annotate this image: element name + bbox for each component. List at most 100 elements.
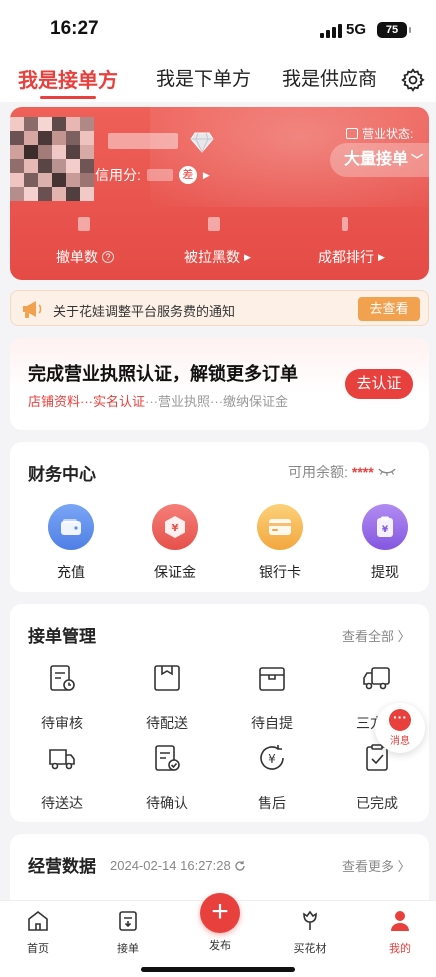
stat-blacklisted-label: 被拉黑数	[184, 249, 240, 265]
credit-score[interactable]: 信用分: 差 ▶	[95, 165, 210, 185]
step-realname: 实名认证	[93, 394, 146, 409]
step-separator: ···	[80, 394, 94, 409]
order-pending-confirm[interactable]: 待确认	[127, 742, 207, 813]
rank-blurred	[342, 217, 348, 231]
finance-deposit[interactable]: ¥ 保证金	[135, 504, 215, 582]
after-sales-icon: ¥	[260, 745, 284, 770]
certify-button[interactable]: 去认证	[345, 369, 413, 399]
store-icon	[346, 128, 358, 139]
nav-receive-order[interactable]: 接单	[98, 909, 158, 956]
order-pending-pickup-label: 待自提	[251, 715, 293, 731]
order-after-sales[interactable]: ¥ 售后	[232, 742, 312, 813]
question-icon[interactable]: ?	[102, 251, 114, 263]
pending-arrival-icon	[49, 749, 75, 770]
step-business-license: 营业执照	[158, 394, 211, 409]
step-separator: ···	[210, 394, 224, 409]
arrow-right-icon: ▶	[378, 251, 385, 262]
person-icon	[391, 911, 409, 931]
certification-title: 完成营业执照认证，解锁更多订单	[28, 364, 298, 384]
view-notice-button[interactable]: 去查看	[358, 297, 420, 321]
username-blurred	[108, 133, 178, 149]
tab-orderer[interactable]: 我是下单方	[156, 64, 251, 91]
order-management-card: 接单管理 查看全部 〉 待审核 待配送 待自提 三方配 待送达 待确认 ¥ 售后…	[10, 604, 429, 822]
business-status-value: 大量接单	[344, 151, 409, 168]
stat-cancel-label: 撤单数	[56, 249, 98, 265]
battery-icon: 75	[377, 22, 411, 38]
order-pending-arrival-label: 待送达	[41, 795, 83, 811]
business-status-label: 营业状态:	[362, 127, 414, 141]
order-completed[interactable]: 已完成	[337, 742, 417, 813]
nav-mine-label: 我的	[389, 943, 411, 955]
signal-icon	[320, 24, 342, 38]
step-store-info: 店铺资料	[28, 394, 81, 409]
credit-label: 信用分:	[95, 167, 141, 183]
stat-blacklisted[interactable]: 被拉黑数 ▶	[184, 247, 251, 267]
stat-chengdu-rank[interactable]: 成都排行 ▶	[318, 247, 385, 267]
order-pending-arrival[interactable]: 待送达	[22, 742, 102, 813]
certification-card: 完成营业执照认证，解锁更多订单 店铺资料···实名认证···营业执照···缴纳保…	[10, 338, 429, 430]
view-all-orders-link[interactable]: 查看全部 〉	[342, 626, 411, 645]
active-tab-indicator	[40, 96, 96, 99]
bank-card-icon	[257, 504, 303, 550]
order-pending-review[interactable]: 待审核	[22, 662, 102, 733]
svg-text:¥: ¥	[382, 525, 389, 535]
order-pending-delivery-label: 待配送	[146, 715, 188, 731]
finance-withdraw[interactable]: ¥ 提现	[345, 504, 425, 582]
balance-value: ****	[351, 464, 374, 480]
role-tabs: 我是接单方 我是下单方 我是供应商	[0, 56, 436, 102]
avatar[interactable]	[10, 117, 94, 201]
nav-buy-flowers-label: 买花材	[293, 943, 327, 955]
pending-pickup-icon	[259, 667, 285, 691]
business-status-label-group: 营业状态:	[346, 125, 413, 142]
step-separator: ···	[145, 394, 159, 409]
arrow-right-icon: ▶	[244, 251, 251, 262]
chevron-down-icon: ﹀	[411, 153, 424, 167]
finance-recharge[interactable]: 充值	[31, 504, 111, 582]
nav-mine[interactable]: 我的	[370, 909, 430, 956]
tab-supplier[interactable]: 我是供应商	[282, 64, 377, 91]
message-dots-icon: ···	[389, 709, 411, 731]
home-icon	[28, 910, 48, 931]
operations-title: 经营数据	[28, 857, 96, 876]
notice-text: 关于花娃调整平台服务费的通知	[53, 304, 236, 319]
third-party-delivery-icon	[363, 667, 390, 690]
view-more-operations-link[interactable]: 查看更多 〉	[342, 856, 411, 875]
status-bar: 16:27 5G 75	[0, 0, 436, 56]
pending-confirm-icon	[155, 745, 180, 771]
refresh-icon[interactable]	[234, 860, 246, 872]
business-status-selector[interactable]: 大量接单 ﹀	[330, 143, 429, 177]
step-deposit: 缴纳保证金	[223, 394, 289, 409]
nav-home-label: 首页	[27, 943, 49, 955]
withdraw-icon: ¥	[362, 504, 408, 550]
operations-datetime: 2024-02-14 16:27:28	[110, 858, 246, 873]
operations-datetime-text: 2024-02-14 16:27:28	[110, 858, 231, 873]
network-type: 5G	[346, 21, 367, 38]
order-pending-delivery[interactable]: 待配送	[127, 662, 207, 733]
publish-plus-button[interactable]: +	[200, 893, 240, 933]
finance-bank-card[interactable]: 银行卡	[240, 504, 320, 582]
diamond-level-icon	[190, 132, 214, 153]
receive-order-icon	[119, 911, 137, 931]
stat-cancel-orders[interactable]: 撤单数 ?	[56, 247, 114, 267]
wallet-icon	[48, 504, 94, 550]
order-pending-review-label: 待审核	[41, 715, 83, 731]
eye-closed-icon[interactable]	[378, 467, 396, 477]
notice-bar[interactable]: 关于花娃调整平台服务费的通知 去查看	[10, 290, 429, 326]
blacklist-count-blurred	[208, 217, 220, 231]
orders-title: 接单管理	[28, 627, 96, 646]
message-float-button[interactable]: ··· 消息	[375, 703, 425, 753]
gear-icon[interactable]	[400, 67, 426, 93]
tab-receiver[interactable]: 我是接单方	[18, 64, 118, 93]
pending-review-icon	[50, 665, 75, 691]
order-pending-pickup[interactable]: 待自提	[232, 662, 312, 733]
certification-steps: 店铺资料···实名认证···营业执照···缴纳保证金	[28, 391, 288, 410]
nav-receive-order-label: 接单	[117, 943, 139, 955]
finance-withdraw-label: 提现	[371, 564, 399, 580]
home-indicator	[141, 967, 295, 972]
nav-home[interactable]: 首页	[8, 909, 68, 956]
message-label: 消息	[390, 736, 410, 747]
nav-buy-flowers[interactable]: 买花材	[280, 909, 340, 956]
pending-delivery-icon	[154, 665, 180, 691]
profile-card: 信用分: 差 ▶ 营业状态: 大量接单 ﹀ 撤单数 ? 被拉黑数 ▶ 成都排行 ▶	[10, 107, 429, 280]
credit-badge: 差	[178, 166, 197, 184]
